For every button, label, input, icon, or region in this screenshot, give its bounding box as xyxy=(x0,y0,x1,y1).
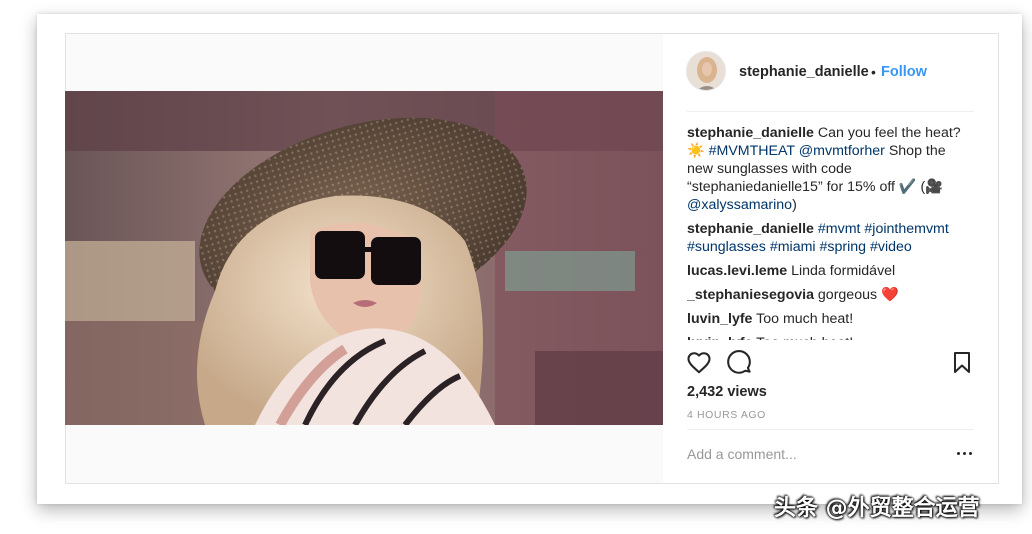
more-horizontal-icon xyxy=(957,452,961,456)
comment-text: ) xyxy=(792,197,797,213)
comment-item: stephanie_danielle Can you feel the heat… xyxy=(687,124,974,214)
comment-item: luvin_lyfe Too much heat! xyxy=(687,310,974,328)
like-button[interactable] xyxy=(686,350,712,376)
comment-button[interactable] xyxy=(726,350,752,376)
comment-text: Too much heat! xyxy=(752,335,853,340)
avatar-image xyxy=(687,52,725,90)
author-avatar[interactable] xyxy=(686,51,726,91)
comment-item: luvin_lyfe Too much heat! xyxy=(687,334,974,340)
comment-link[interactable]: #jointhemvmt xyxy=(864,221,948,237)
comment-input-divider xyxy=(687,429,974,430)
comment-text: Linda formidável xyxy=(787,263,896,279)
add-comment-input[interactable] xyxy=(687,446,937,462)
comment-link[interactable]: #MVMTHEAT xyxy=(709,143,795,159)
view-count: 2,432 views xyxy=(687,384,767,400)
comment-username[interactable]: stephanie_danielle xyxy=(687,221,814,237)
watermark: 头条 @外贸整合运营 xyxy=(774,496,980,521)
comment-username[interactable]: stephanie_danielle xyxy=(687,125,814,141)
comment-username[interactable]: lucas.levi.leme xyxy=(687,263,787,279)
comment-text: Too much heat! xyxy=(752,311,854,327)
post-photo xyxy=(65,91,663,425)
comment-link[interactable]: @mvmtforher xyxy=(799,143,885,159)
heart-outline-icon xyxy=(687,352,711,374)
comment-username[interactable]: luvin_lyfe xyxy=(687,311,752,327)
follow-button[interactable]: Follow xyxy=(881,64,927,80)
comment-item: stephanie_danielle #mvmt #jointhemvmt #s… xyxy=(687,220,974,256)
comment-text: gorgeous xyxy=(813,287,882,303)
author-username[interactable]: stephanie_danielle xyxy=(739,64,869,80)
header-separator: • xyxy=(871,64,876,80)
comment-link[interactable]: #mvmt xyxy=(818,221,861,237)
comments-list[interactable]: stephanie_danielle Can you feel the heat… xyxy=(687,124,974,340)
comment-username[interactable]: _stephaniesegovia xyxy=(687,287,814,303)
post-image[interactable] xyxy=(65,91,663,425)
comment-item: _stephaniesegovia gorgeous ❤️ xyxy=(687,286,974,304)
comment-link[interactable]: @xalyssamarino xyxy=(687,197,792,213)
comment-link[interactable]: #spring xyxy=(820,239,867,255)
bookmark-icon xyxy=(954,352,970,373)
comment-link[interactable]: #sunglasses xyxy=(687,239,766,255)
save-button[interactable] xyxy=(952,351,972,375)
header-divider xyxy=(687,111,974,112)
heart-emoji: ❤️ xyxy=(881,287,899,303)
post-timestamp: 4 HOURS AGO xyxy=(687,409,766,421)
comment-link[interactable]: #video xyxy=(870,239,912,255)
comment-item: lucas.levi.leme Linda formidável xyxy=(687,262,974,280)
speech-bubble-icon xyxy=(727,350,751,374)
comment-username[interactable]: luvin_lyfe xyxy=(687,335,752,340)
more-options-button[interactable] xyxy=(957,451,973,457)
comment-link[interactable]: #miami xyxy=(770,239,816,255)
